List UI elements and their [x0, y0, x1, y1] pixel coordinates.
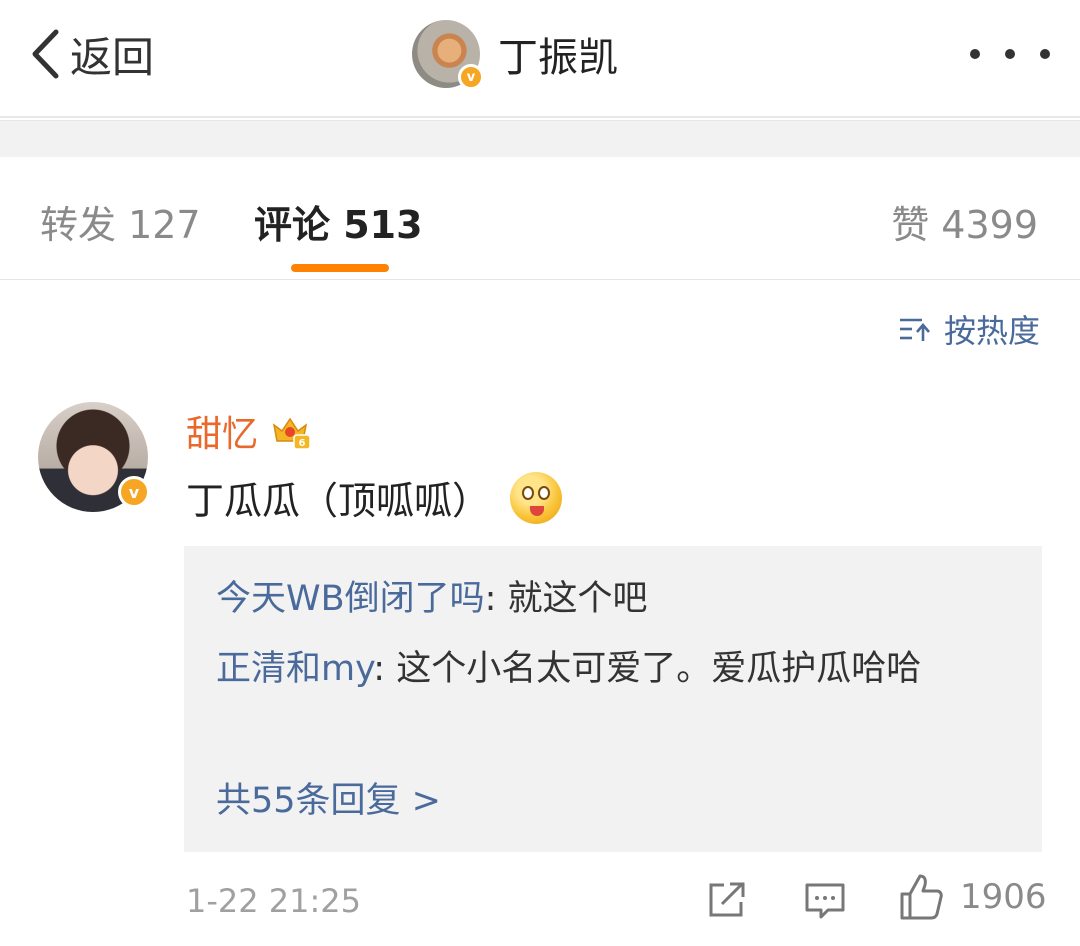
sort-icon — [899, 318, 930, 341]
reply-text: 就这个吧 — [507, 579, 648, 619]
reply-colon: : — [373, 649, 397, 689]
more-icon-dot — [1005, 49, 1015, 59]
emoji-icon — [510, 471, 563, 524]
comment-text: 丁瓜瓜（顶呱呱） — [186, 470, 563, 525]
reply-text: 这个小名太可爱了。爱瓜护瓜哈哈 — [396, 649, 922, 689]
tab-like[interactable]: 赞 4399 — [891, 194, 1038, 249]
vip-crown-icon: 6 — [272, 417, 311, 450]
comment-timestamp: 1-22 21:25 — [186, 882, 362, 920]
comment-body: 丁瓜瓜（顶呱呱） — [186, 479, 491, 523]
active-tab-indicator — [291, 264, 389, 272]
sort-button[interactable]: 按热度 — [898, 306, 1040, 352]
reply-username[interactable]: 正清和my — [216, 649, 373, 689]
tab-repost[interactable]: 转发 127 — [40, 194, 201, 249]
like-count: 1906 — [960, 877, 1047, 917]
comment-icon[interactable] — [804, 882, 846, 920]
more-icon — [970, 49, 980, 59]
comment-avatar[interactable]: v — [38, 402, 150, 512]
avatar: v — [412, 20, 484, 90]
section-gap — [0, 120, 1080, 157]
verified-badge-icon: v — [458, 64, 484, 90]
nav-title-group[interactable]: v 丁振凯 — [412, 16, 618, 92]
back-button[interactable]: 返回 — [30, 18, 154, 90]
tab-comment[interactable]: 评论 513 — [254, 194, 423, 249]
list-item[interactable]: 正清和my: 这个小名太可爱了。爱瓜护瓜哈哈 — [216, 638, 1016, 700]
reply-username[interactable]: 今天WB倒闭了吗 — [216, 579, 485, 619]
more-button[interactable] — [970, 26, 1050, 82]
back-chevron-icon — [32, 29, 59, 79]
sort-label: 按热度 — [943, 312, 1040, 350]
comment-username: 甜忆 — [186, 414, 259, 455]
verified-badge-icon: v — [118, 476, 150, 508]
more-replies-link[interactable]: 共55条回复 > — [216, 772, 441, 823]
back-label: 返回 — [70, 32, 155, 82]
like-button[interactable]: 1906 — [898, 872, 1047, 922]
divider — [0, 279, 1080, 280]
page-title: 丁振凯 — [498, 35, 618, 81]
reply-colon: : — [484, 579, 508, 619]
share-icon[interactable] — [706, 880, 748, 920]
more-icon-dot — [1040, 49, 1050, 59]
thumbs-up-icon — [900, 874, 943, 920]
reply-box[interactable]: 今天WB倒闭了吗: 就这个吧 正清和my: 这个小名太可爱了。爱瓜护瓜哈哈 共5… — [184, 546, 1042, 852]
list-item[interactable]: 今天WB倒闭了吗: 就这个吧 — [216, 568, 1016, 630]
comment-user[interactable]: 甜忆 6 — [186, 405, 312, 457]
svg-text:6: 6 — [299, 438, 306, 449]
divider — [0, 116, 1080, 118]
